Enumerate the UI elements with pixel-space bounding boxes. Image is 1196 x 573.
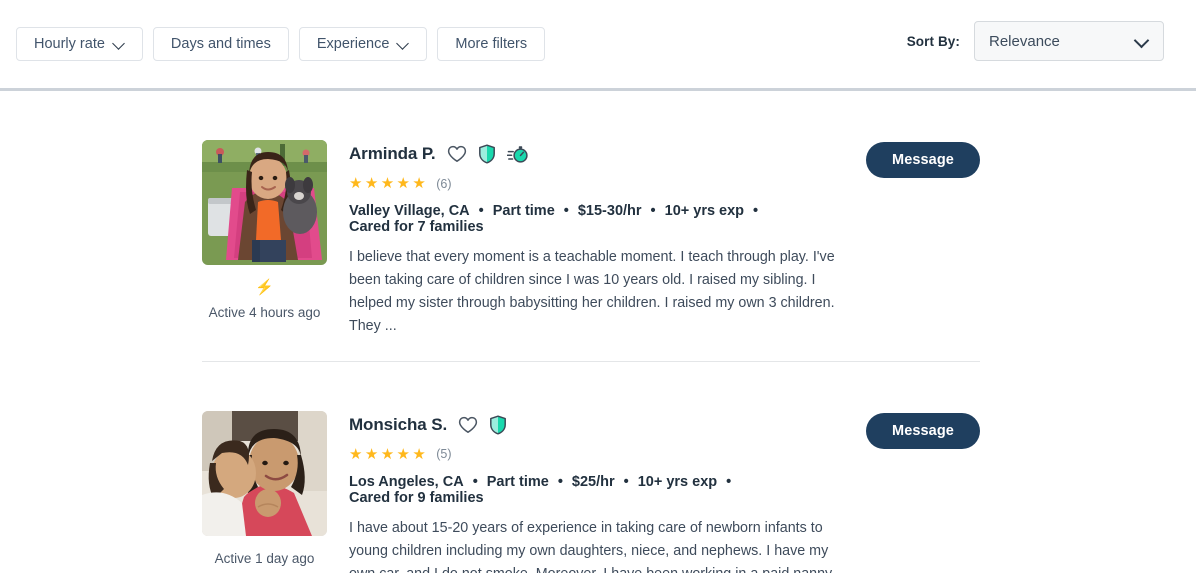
meta-separator-dot: • [472,473,478,490]
star-rating-icons: ★★★★★ [349,175,429,192]
filter-chip-more-filters[interactable]: More filters [437,27,546,61]
stopwatch-icon [506,146,528,163]
filter-chip-label: Experience [316,36,390,52]
background-check-shield-icon [489,415,507,435]
filter-chip-group: Hourly rate Days and times Experience More … [16,27,546,61]
filter-chip-label: Days and times [170,36,271,52]
last-active-text: Active 1 day ago [214,550,315,566]
meta-separator-dot: • [650,203,656,219]
meta-item: Cared for 9 families [349,489,484,506]
meta-item: 10+ yrs exp [664,203,745,219]
caregiver-card[interactable]: ⚡ Active 4 hours ago Arminda P. ★★★★★ (6) Val… [202,91,980,361]
caregiver-meta-row: Los Angeles, CA • Part time • $25/hr • 10+ yrs… [349,474,845,506]
last-active-text: Active 4 hours ago [208,305,321,321]
caregiver-name[interactable]: Monsicha S. [349,415,447,435]
shield-icon [478,144,495,164]
meta-separator-dot: • [726,473,732,490]
caregiver-info: Arminda P. ★★★★★ (6) Valley Village, CA • Par… [327,140,845,339]
sort-by-label: Sort By: [906,33,960,49]
caregiver-name-row: Arminda P. [349,142,845,166]
caregiver-photo-column: ⚡ Active 4 hours ago [202,140,327,339]
meta-item: Part time [492,203,555,219]
filter-chip-experience[interactable]: Experience [298,27,428,61]
background-check-shield-icon [478,144,496,164]
sort-by-value: Relevance [989,32,1060,50]
sort-control: Sort By: Relevance [907,21,1164,61]
message-button[interactable]: Message [866,142,980,178]
shield-icon [490,415,507,435]
meta-separator-dot: • [623,473,629,490]
review-count: (6) [436,176,452,191]
caregiver-actions: Message [845,140,980,339]
rating-row: ★★★★★ (5) [349,446,845,463]
caregiver-name[interactable]: Arminda P. [349,144,436,164]
meta-item: 10+ yrs exp [637,473,718,490]
last-active-status: ⚡ Active 4 hours ago [209,278,321,324]
caregiver-info: Monsicha S. ★★★★★ (5) Los Angeles, CA • Part … [327,411,845,573]
lightning-bolt-icon: ⚡ [255,279,274,296]
meta-item: Los Angeles, CA [349,473,464,490]
caregiver-bio: I have about 15-20 years of experience i… [349,519,832,573]
sort-by-select[interactable]: Relevance [974,21,1164,61]
fast-responder-stopwatch-icon [506,144,529,164]
filter-chip-hourly-rate[interactable]: Hourly rate [16,27,143,61]
message-button[interactable]: Message [866,412,980,449]
filter-chip-label: Hourly rate [34,36,105,52]
chevron-down-icon [397,38,409,50]
chevron-down-icon [113,38,125,50]
filter-toolbar: Hourly rate Days and times Experience More … [0,0,1196,88]
meta-separator-dot: • [563,203,569,219]
meta-separator-dot: • [478,203,484,219]
caregiver-card[interactable]: Active 1 day ago Monsicha S. ★★★★★ (5) Los A… [202,362,980,573]
last-active-status: Active 1 day ago [215,549,315,570]
meta-item: Part time [486,473,549,490]
caregiver-meta-row: Valley Village, CA • Part time • $15-30/hr • 1… [349,203,845,235]
caregiver-photo-column: Active 1 day ago [202,410,327,573]
meta-separator-dot: • [557,473,563,490]
caregiver-photo[interactable] [202,140,327,265]
meta-item: Valley Village, CA [349,203,470,219]
meta-item: Cared for 7 families [349,219,484,235]
caregiver-results-list: ⚡ Active 4 hours ago Arminda P. ★★★★★ (6) Val… [0,91,1196,573]
heart-icon [458,416,478,433]
star-rating-icons: ★★★★★ [349,445,429,463]
meta-item: $15-30/hr [577,203,642,219]
meta-item: $25/hr [571,473,615,490]
caregiver-bio: I believe that every moment is a teachab… [349,249,835,335]
caregiver-name-row: Monsicha S. [349,413,845,437]
favorite-heart-icon[interactable] [458,416,478,434]
heart-icon [447,145,466,162]
caregiver-actions: Message [845,411,980,573]
filter-chip-days-and-times[interactable]: Days and times [152,27,289,61]
review-count: (5) [436,447,452,462]
filter-chip-label: More filters [455,36,528,52]
meta-separator-dot: • [753,203,759,219]
chevron-down-icon [1135,34,1149,48]
rating-row: ★★★★★ (6) [349,175,845,192]
favorite-heart-icon[interactable] [447,145,467,163]
caregiver-photo[interactable] [202,410,327,536]
